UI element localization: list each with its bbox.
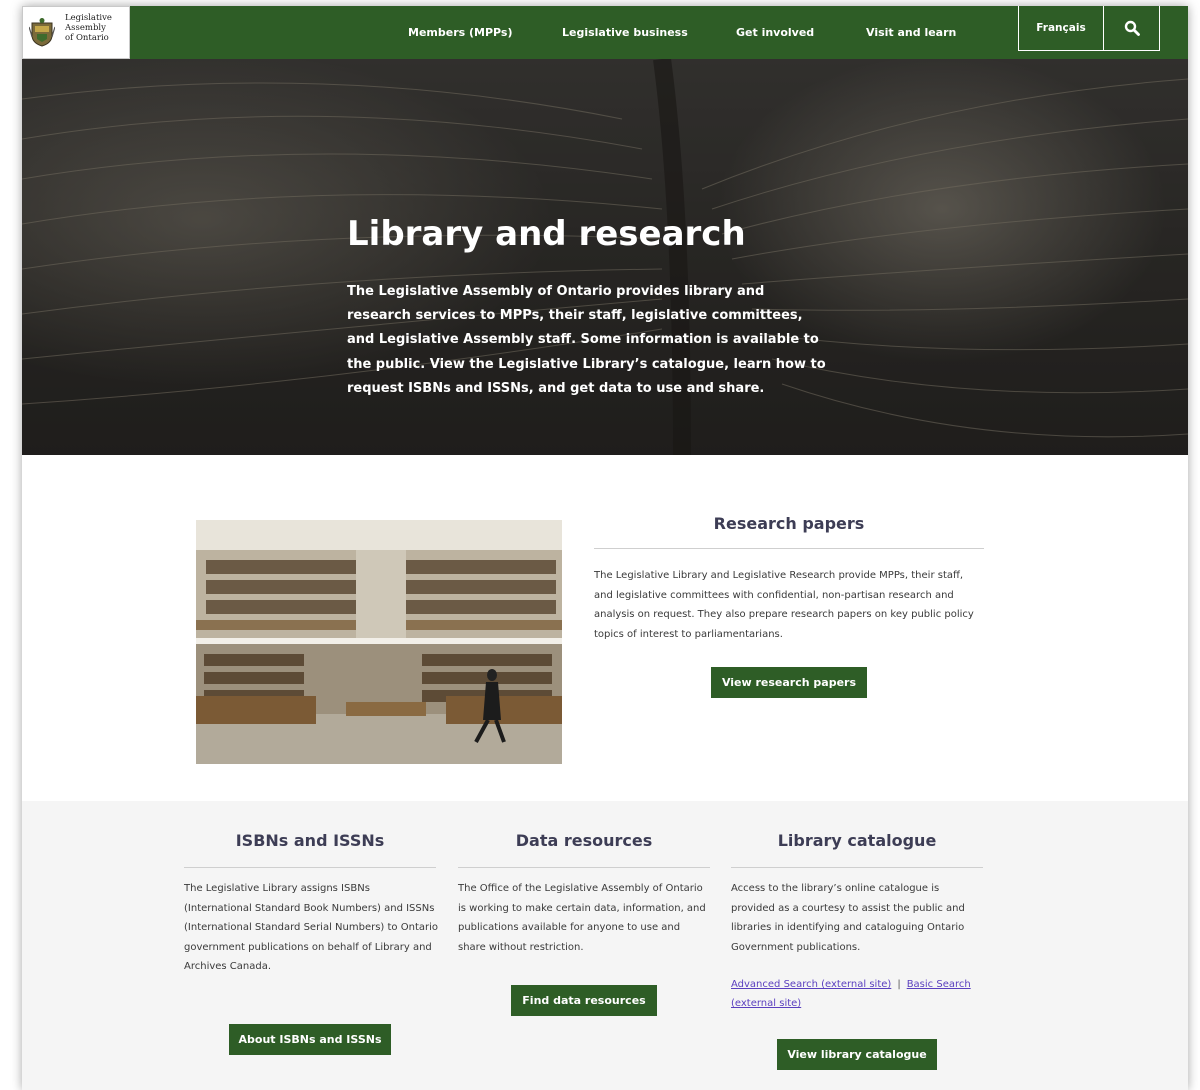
research-papers-heading: Research papers [713,514,865,533]
page: Legislative Assembly of Ontario Members … [22,6,1188,1090]
crest-icon [29,18,55,47]
catalogue-search-links: Advanced Search (external site) | Basic Se… [731,975,983,1013]
nav-visit-and-learn[interactable]: Visit and learn [866,6,956,59]
isbn-divider [184,867,436,868]
data-resources-heading: Data resources [515,831,653,850]
catalogue-divider [731,867,983,868]
research-papers-description: The Legislative Library and Legislative … [594,570,974,640]
language-toggle-button[interactable]: Français [1018,6,1104,51]
logo-line-2: Assembly [65,23,106,33]
site-logo[interactable]: Legislative Assembly of Ontario [22,6,130,59]
page-title: Library and research [347,214,746,254]
nav-members[interactable]: Members (MPPs) [408,6,512,59]
library-catalogue-description: Access to the library’s online catalogue… [731,883,965,953]
isbn-description: The Legislative Library assigns ISBNs (I… [184,883,438,972]
site-header: Legislative Assembly of Ontario Members … [22,6,1188,59]
search-icon [1124,20,1140,36]
isbn-heading: ISBNs and ISSNs [235,831,385,850]
research-divider [594,548,984,549]
data-resources-description: The Office of the Legislative Assembly o… [458,883,706,953]
library-interior-photo [196,520,562,764]
about-isbns-button[interactable]: About ISBNs and ISSNs [229,1024,391,1055]
search-button[interactable] [1104,6,1160,51]
library-photo-illustration [196,520,562,764]
logo-line-1: Legislative [65,13,112,23]
logo-line-3: of Ontario [65,33,109,43]
nav-get-involved[interactable]: Get involved [736,6,814,59]
view-library-catalogue-button[interactable]: View library catalogue [777,1039,937,1070]
hero-banner: Library and research The Legislative Ass… [22,59,1188,455]
nav-legislative-business[interactable]: Legislative business [562,6,688,59]
hero-description: The Legislative Assembly of Ontario prov… [347,284,826,396]
advanced-search-link[interactable]: Advanced Search (external site) [731,979,891,990]
view-research-papers-button[interactable]: View research papers [711,667,867,698]
data-resources-divider [458,867,710,868]
library-catalogue-heading: Library catalogue [777,831,937,850]
find-data-resources-button[interactable]: Find data resources [511,985,657,1016]
link-separator: | [897,979,901,990]
logo-wordmark: Legislative Assembly of Ontario [65,13,127,43]
